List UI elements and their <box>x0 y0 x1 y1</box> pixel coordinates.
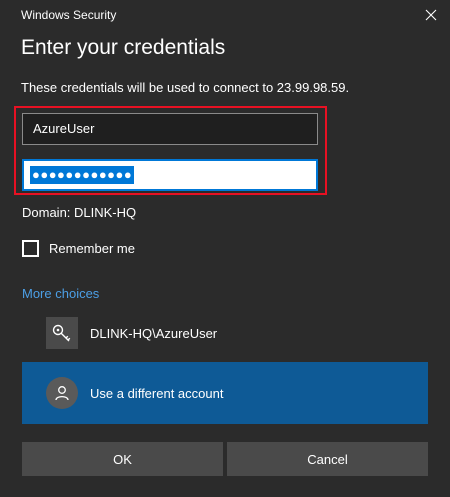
dialog-description: These credentials will be used to connec… <box>21 80 350 95</box>
password-selected-text: ●●●●●●●●●●●● <box>30 166 135 184</box>
account-label: Use a different account <box>90 385 224 401</box>
user-icon <box>46 377 78 409</box>
username-field[interactable]: AzureUser <box>22 113 318 145</box>
account-item-different-account[interactable]: Use a different account <box>22 362 428 424</box>
password-field[interactable]: ●●●●●●●●●●●● <box>22 159 318 191</box>
title-bar: Windows Security <box>0 0 450 30</box>
account-label: DLINK-HQ\AzureUser <box>90 325 218 341</box>
key-icon <box>46 317 78 349</box>
domain-label: Domain: DLINK-HQ <box>22 205 137 220</box>
close-icon <box>425 9 437 21</box>
account-item-dlink-azureuser[interactable]: DLINK-HQ\AzureUser <box>22 312 428 354</box>
checkbox-box[interactable] <box>22 240 39 257</box>
ok-button[interactable]: OK <box>22 442 223 476</box>
window-title: Windows Security <box>21 8 117 22</box>
remember-me-checkbox[interactable]: Remember me <box>22 238 135 259</box>
remember-me-label: Remember me <box>49 241 135 256</box>
dialog-heading: Enter your credentials <box>21 36 226 59</box>
cancel-button[interactable]: Cancel <box>227 442 428 476</box>
more-choices-link[interactable]: More choices <box>22 286 99 301</box>
close-button[interactable] <box>412 0 450 30</box>
